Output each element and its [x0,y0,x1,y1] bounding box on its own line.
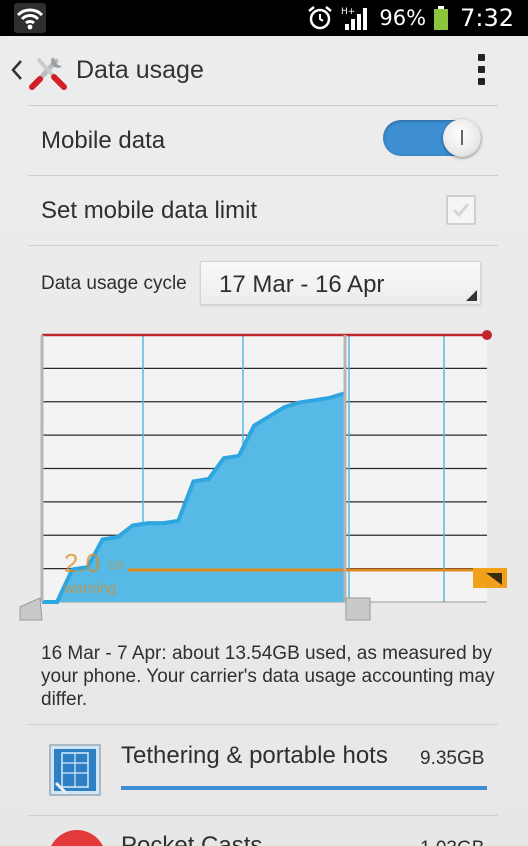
data-limit-label: Set mobile data limit [41,197,258,224]
mobile-data-toggle[interactable] [383,119,481,157]
cycle-dropdown[interactable]: 17 Mar - 16 Apr [200,261,481,305]
divider [28,815,498,816]
app-row-size: 9.35GB [420,748,485,769]
battery-icon [434,6,449,30]
battery-percent: 96% [379,6,427,30]
toggle-knob[interactable] [443,119,481,157]
action-bar: Data usage [0,36,528,106]
alarm-icon [308,6,333,30]
svg-text:H+: H+ [341,7,355,17]
cycle-start-handle [19,597,43,621]
divider [28,724,498,725]
cycle-end-handle [345,597,371,621]
warning-caption: warning [63,580,117,597]
page-title: Data usage [76,56,204,84]
usage-bar-fill [121,786,487,790]
divider [28,245,498,246]
back-chevron-icon[interactable] [10,58,24,82]
usage-bar [121,786,487,790]
tethering-icon [49,744,101,796]
cycle-label: Data usage cycle [41,273,187,294]
data-limit-checkbox[interactable] [446,195,476,225]
divider [28,175,498,176]
cycle-value: 17 Mar - 16 Apr [219,271,385,298]
warning-value-label: 2.0 [64,548,100,578]
checkmark-icon [452,203,470,218]
pocket-casts-icon [48,830,106,846]
app-row-name: Tethering & portable hots [121,742,388,769]
mobile-data-label: Mobile data [41,127,166,154]
divider [28,105,498,106]
limit-handle-dot [482,330,492,340]
signal-hplus-icon: H+ [341,7,368,30]
wifi-icon [14,3,46,33]
warning-unit-label: GB [108,560,124,572]
app-row-name: Pocket Casts [121,832,263,846]
data-usage-chart[interactable]: 2.0 GB warning [0,315,528,630]
tools-icon[interactable] [28,51,68,91]
clock: 7:32 [460,4,514,32]
status-bar: H+ 96% 7:32 [0,0,528,36]
app-row-size: 1.03GB [420,838,484,846]
dropdown-corner-icon [466,290,477,301]
usage-summary: 16 Mar - 7 Apr: about 13.54GB used, as m… [41,643,495,710]
overflow-menu-icon[interactable] [474,54,488,88]
